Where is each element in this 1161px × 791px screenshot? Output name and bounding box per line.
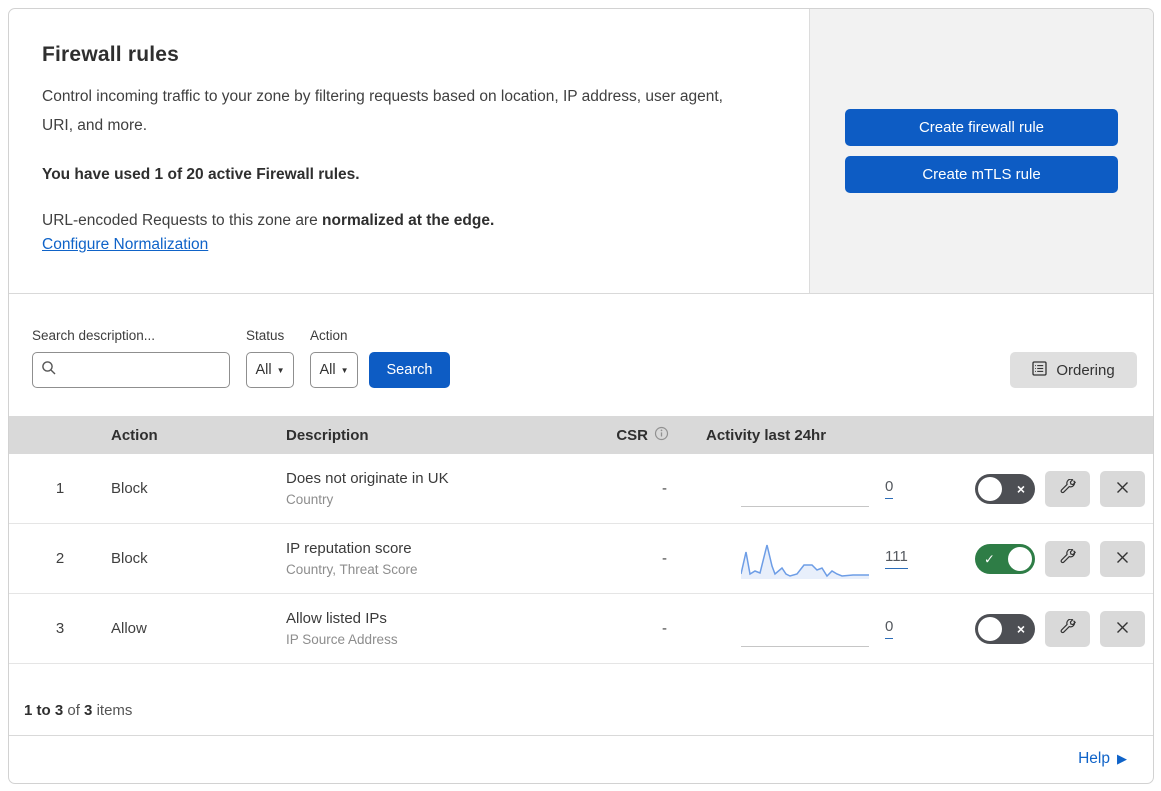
usage-summary: You have used 1 of 20 active Firewall ru… [42,166,360,184]
action-select-value: All [319,362,336,378]
rule-fields: Country, Threat Score [286,562,418,577]
page-title: Firewall rules [42,43,180,66]
column-header-description: Description [286,426,369,444]
activity-chart [741,468,869,510]
page-header: Firewall rules Control incoming traffic … [9,9,1153,294]
status-select[interactable]: All ▼ [246,352,294,388]
rule-action: Allow [111,620,147,637]
check-icon: ✓ [984,551,995,566]
rule-csr-value: - [662,480,667,497]
rule-description: IP reputation score [286,540,412,557]
table-footer: 1 to 3 of 3 items [9,664,1153,736]
chevron-down-icon: ▼ [276,365,285,375]
filter-bar: Search description... Status All ▼ Actio… [9,294,1153,416]
table-row: 2 Block IP reputation score Country, Thr… [9,524,1153,594]
rule-description: Allow listed IPs [286,610,387,627]
search-icon [41,360,57,381]
column-header-activity: Activity last 24hr [706,426,827,444]
enable-toggle[interactable]: ✓ × [975,473,1035,504]
search-field: Search description... [32,328,230,388]
table-row: 3 Allow Allow listed IPs IP Source Addre… [9,594,1153,664]
csr-header-label: CSR [616,426,648,444]
activity-count-link[interactable]: 111 [885,548,908,569]
status-field: Status All ▼ [246,328,294,388]
wrench-icon [1060,478,1076,498]
column-header-action: Action [111,426,158,444]
delete-rule-button[interactable] [1100,470,1145,507]
rule-priority: 2 [55,550,65,567]
activity-sparkline [741,544,869,579]
status-select-value: All [255,362,272,378]
help-link[interactable]: Help ▶ [1078,750,1127,768]
search-input[interactable] [63,362,221,378]
action-select[interactable]: All ▼ [310,352,358,388]
action-panel: Create firewall rule Create mTLS rule [809,9,1153,293]
activity-count-link[interactable]: 0 [885,618,894,639]
page-description: Control incoming traffic to your zone by… [42,88,723,134]
edit-rule-button[interactable] [1045,610,1090,647]
firewall-rules-card: Firewall rules Control incoming traffic … [8,8,1154,784]
search-label: Search description... [32,328,156,343]
rule-csr-value: - [662,620,667,637]
delete-rule-button[interactable] [1100,540,1145,577]
items-range: 1 to 3 [24,702,64,719]
ordering-button-label: Ordering [1056,361,1115,379]
create-firewall-rule-button[interactable]: Create firewall rule [845,109,1118,146]
wrench-icon [1060,618,1076,638]
activity-chart [741,608,869,650]
table-header: Action Description CSR Activity last 24h… [9,416,1153,454]
search-button[interactable]: Search [369,352,450,388]
normalization-note-bold: normalized at the edge. [322,212,495,230]
toggle-knob [978,476,1002,501]
column-header-csr: CSR [601,426,691,445]
page-header-text: Firewall rules Control incoming traffic … [9,9,809,293]
ordering-list-icon [1032,360,1047,380]
normalization-note: URL-encoded Requests to this zone are no… [42,212,769,230]
close-icon [1115,550,1130,568]
configure-normalization-link[interactable]: Configure Normalization [42,236,208,254]
enable-toggle[interactable]: ✓ × [975,543,1035,574]
toggle-knob [1008,546,1032,571]
arrow-right-icon: ▶ [1117,751,1127,766]
action-label: Action [310,328,348,343]
items-of: of [67,702,80,719]
search-box[interactable] [32,352,230,388]
toggle-knob [978,616,1002,641]
create-mtls-rule-button[interactable]: Create mTLS rule [845,156,1118,193]
help-link-label: Help [1078,750,1110,767]
table-row: 1 Block Does not originate in UK Country… [9,454,1153,524]
rule-priority: 1 [55,480,65,497]
edit-rule-button[interactable] [1045,470,1090,507]
help-bar: Help ▶ [9,736,1153,782]
rule-action: Block [111,550,148,567]
rule-description: Does not originate in UK [286,470,449,487]
rule-fields: Country [286,492,334,507]
items-label: items [96,702,133,719]
close-icon [1115,480,1130,498]
info-icon[interactable] [654,426,669,445]
activity-chart [741,538,869,580]
items-total: 3 [84,702,93,719]
action-field: Action All ▼ [310,328,358,388]
wrench-icon [1060,548,1076,568]
edit-rule-button[interactable] [1045,540,1090,577]
rule-csr-value: - [662,550,667,567]
x-icon: × [1016,480,1025,497]
activity-count-link[interactable]: 0 [885,478,894,499]
activity-flatline [741,645,869,647]
close-icon [1115,620,1130,638]
normalization-note-prefix: URL-encoded Requests to this zone are [42,212,323,230]
rule-action: Block [111,480,148,497]
status-label: Status [246,328,285,343]
enable-toggle[interactable]: ✓ × [975,613,1035,644]
activity-flatline [741,505,869,507]
rule-priority: 3 [55,620,65,637]
rule-fields: IP Source Address [286,632,398,647]
delete-rule-button[interactable] [1100,610,1145,647]
chevron-down-icon: ▼ [340,365,349,375]
x-icon: × [1016,620,1025,637]
ordering-button[interactable]: Ordering [1010,352,1137,388]
